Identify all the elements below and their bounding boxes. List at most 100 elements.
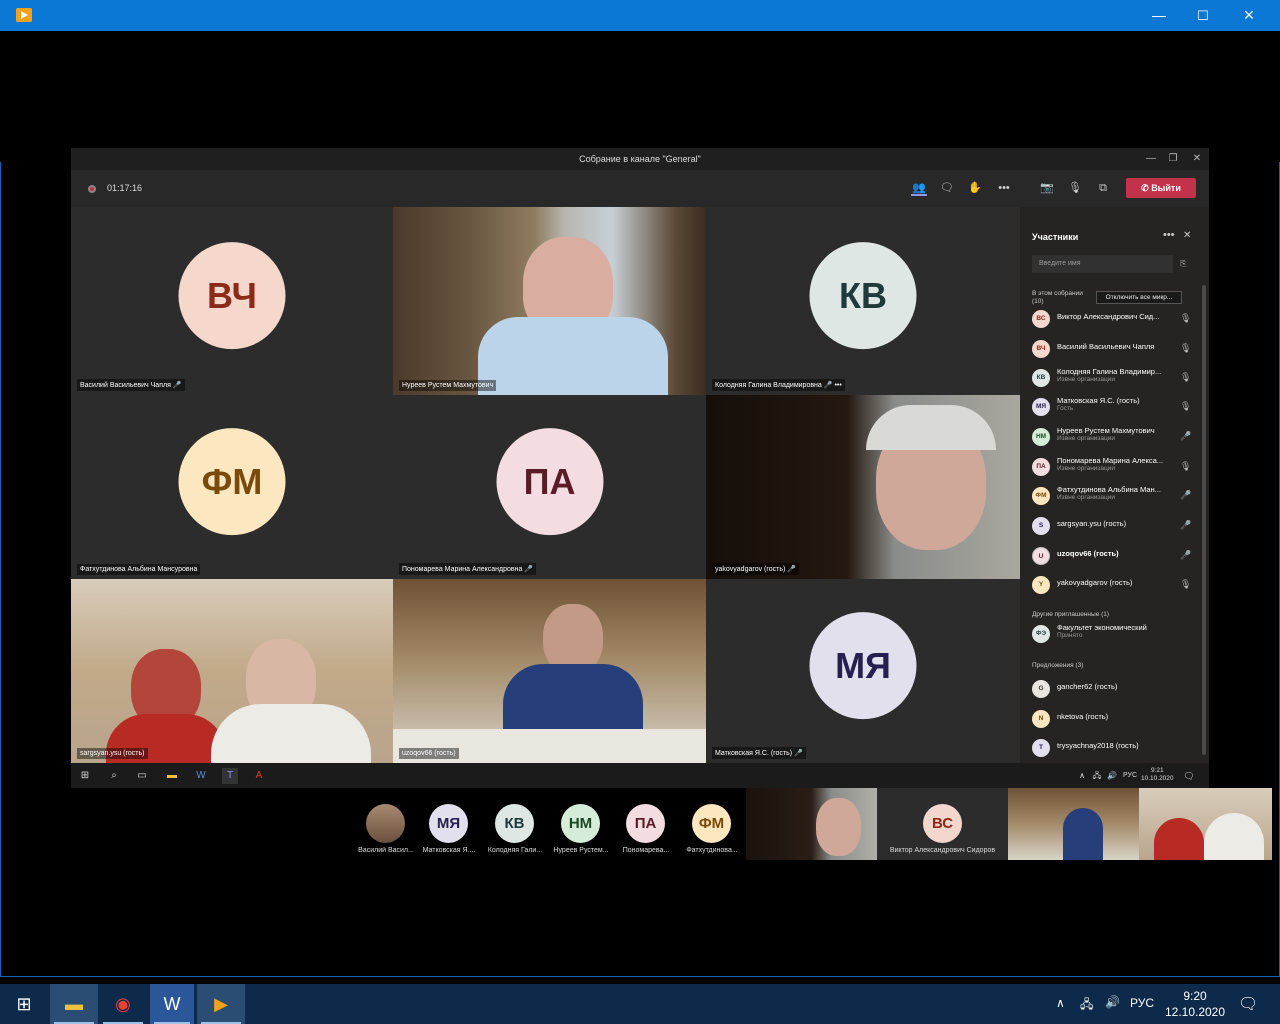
mic-icon[interactable]: 🎤 <box>1180 431 1191 442</box>
strip-participant[interactable]: ВС Виктор Александрович Сидоров <box>877 788 1008 860</box>
participant-video-tile[interactable]: Нуреев Рустем Махмутович <box>393 207 706 395</box>
word-icon[interactable]: W <box>150 984 194 1024</box>
mic-muted-icon[interactable]: 🎙 <box>1180 343 1191 354</box>
participant-tile[interactable]: МЯ Матковская Я.С. (гость) 🎤 <box>706 579 1020 763</box>
suggestion-row[interactable]: Ttrysyachnay2018 (гость) <box>1032 736 1192 762</box>
avatar: ПА <box>1032 458 1050 476</box>
mic-muted-icon[interactable]: 🎙 <box>1180 313 1191 324</box>
mic-muted-icon[interactable]: 🎙 <box>1180 579 1191 590</box>
participant-row[interactable]: ВС Виктор Александрович Сид... 🎙 <box>1032 307 1192 333</box>
acrobat-icon[interactable]: A <box>251 768 267 784</box>
search-participants-input[interactable]: Введите имя <box>1032 255 1173 273</box>
search-icon[interactable]: ⌕ <box>106 768 122 784</box>
close-button[interactable]: ✕ <box>1226 0 1272 31</box>
strip-participant[interactable]: МЯ Матковская Я.... <box>418 788 480 860</box>
action-center-icon[interactable]: 🗨 <box>1238 994 1258 1014</box>
leave-button[interactable]: ✆ Выйти <box>1126 178 1196 198</box>
participant-row[interactable]: Uuzoqov66 (гость) 🎤 <box>1032 544 1192 570</box>
camera-off-icon[interactable]: 📷 <box>1039 180 1055 196</box>
media-player-icon[interactable]: ▶ <box>197 984 245 1024</box>
more-icon[interactable]: ••• <box>834 382 841 389</box>
taskbar-clock[interactable]: 9:20 12.10.2020 <box>1160 988 1230 1020</box>
strip-video[interactable] <box>746 788 877 860</box>
mic-icon[interactable]: 🎤 <box>1180 520 1191 531</box>
panel-more-icon[interactable]: ••• <box>1163 229 1175 241</box>
network-icon[interactable]: 🖧 <box>1080 995 1093 1016</box>
panel-close-icon[interactable]: ✕ <box>1183 230 1191 241</box>
explorer-icon[interactable]: ▬ <box>164 768 180 784</box>
mute-all-button[interactable]: Отключить все микр... <box>1096 291 1182 304</box>
strip-participant[interactable]: Василий Васил... <box>355 788 417 860</box>
suggestion-row[interactable]: Ggancher62 (гость) <box>1032 677 1192 703</box>
mic-muted-icon[interactable]: 🎙 <box>1180 372 1191 383</box>
participant-row[interactable]: Ssargsyan.ysu (гость) 🎤 <box>1032 514 1192 540</box>
participant-row[interactable]: МЯ Матковская Я.С. (гость) Гость 🎙 <box>1032 395 1192 421</box>
mic-icon[interactable]: 🎤 <box>1180 490 1191 501</box>
minimize-button[interactable]: — <box>1136 0 1182 31</box>
avatar: ПА <box>496 428 603 536</box>
share-invite-icon[interactable]: ⎘ <box>1180 259 1186 269</box>
tray-chevron-icon[interactable]: ∧ <box>1074 768 1090 784</box>
participant-row[interactable]: НМ Нуреев Рустем Махмутович Извне организа… <box>1032 425 1192 451</box>
mic-off-icon[interactable]: 🎙 <box>1067 180 1083 196</box>
start-icon[interactable]: ⊞ <box>77 768 93 784</box>
mic-muted-icon[interactable]: 🎙 <box>1180 461 1191 472</box>
teams-close-button[interactable]: ✕ <box>1185 148 1209 170</box>
participant-row[interactable]: ВЧ Василий Васильевич Чапля 🎙 <box>1032 337 1192 363</box>
network-icon[interactable]: 🖧 <box>1089 768 1105 784</box>
task-view-icon[interactable]: ▭ <box>134 768 150 784</box>
share-screen-icon[interactable]: ⧉ <box>1095 180 1111 196</box>
tray-chevron-icon[interactable]: ∧ <box>1056 996 1065 1010</box>
volume-icon[interactable]: 🔊 <box>1104 768 1120 784</box>
chrome-icon[interactable]: ◉ <box>99 984 147 1024</box>
participant-name: Василий Васильевич Чапля <box>1057 342 1155 351</box>
invited-row[interactable]: ФЭ Факультет экономический Принято <box>1032 622 1192 648</box>
panel-scrollbar[interactable] <box>1202 285 1206 755</box>
participant-tile[interactable]: КВ Колодняя Галина Владимировна 🎤 ••• <box>706 207 1020 395</box>
participant-name: trysyachnay2018 (гость) <box>1057 741 1139 750</box>
strip-participant[interactable]: ФМ Фатхутдинова... <box>681 788 743 860</box>
video-grid: ВЧ Василий Васильевич Чапля 🎤 Нуреев Рус… <box>71 207 1020 763</box>
participant-tile[interactable]: ВЧ Василий Васильевич Чапля 🎤 <box>71 207 393 395</box>
suggestion-row[interactable]: Nnketova (гость) <box>1032 707 1192 733</box>
chat-icon[interactable]: 🗨 <box>939 180 955 196</box>
mic-muted-icon[interactable]: 🎙 <box>1180 401 1191 412</box>
participant-tile[interactable]: ПА Пономарева Марина Александровна 🎤 <box>393 395 706 579</box>
strip-video[interactable] <box>1139 788 1272 860</box>
avatar: ФМ <box>692 804 731 843</box>
word-icon[interactable]: W <box>193 768 209 784</box>
section-suggestions: Предложения (3) <box>1032 662 1084 669</box>
start-icon[interactable]: ⊞ <box>0 984 48 1024</box>
participant-row[interactable]: Yyakovyadgarov (гость) 🎙 <box>1032 573 1192 599</box>
participant-video <box>706 395 1020 579</box>
strip-video[interactable] <box>1008 788 1139 860</box>
raise-hand-icon[interactable]: ✋ <box>967 180 983 196</box>
file-explorer-icon[interactable]: ▬ <box>50 984 98 1024</box>
participants-icon[interactable]: 👥 <box>911 180 927 196</box>
language-indicator[interactable]: РУС <box>1130 996 1154 1010</box>
teams-minimize-button[interactable]: — <box>1139 148 1163 170</box>
strip-participant[interactable]: КВ Колодняя Гали... <box>484 788 546 860</box>
participant-video-tile[interactable]: uzoqov66 (гость) <box>393 579 706 763</box>
teams-icon[interactable]: T <box>222 768 238 784</box>
participant-name: yakovyadgarov (гость) <box>1057 578 1133 587</box>
participant-video-tile[interactable]: sargsyan.ysu (гость) <box>71 579 393 763</box>
notifications-icon[interactable]: 🗨 <box>1181 768 1197 784</box>
strip-participant[interactable]: ПА Пономарева... <box>615 788 677 860</box>
mic-icon[interactable]: 🎤 <box>1180 550 1191 561</box>
avatar: ВС <box>923 804 962 843</box>
mic-muted-icon: 🎤 <box>172 382 182 389</box>
section-invited: Другие приглашенные (1) <box>1032 611 1110 618</box>
participant-tile[interactable]: ФМ Фатхутдинова Альбина Мансуровна <box>71 395 393 579</box>
maximize-button[interactable]: ☐ <box>1180 0 1226 31</box>
participant-row[interactable]: ФМ Фатхутдинова Альбина Ман... Извне орган… <box>1032 484 1192 510</box>
teams-restore-button[interactable]: ❐ <box>1161 148 1185 170</box>
more-actions-icon[interactable]: ••• <box>996 180 1012 196</box>
participant-video-tile[interactable]: yakovyadgarov (гость) 🎤 <box>706 395 1020 579</box>
tile-name-label: Нуреев Рустем Махмутович <box>399 380 497 391</box>
volume-icon[interactable]: 🔊 <box>1105 995 1120 1009</box>
language-indicator[interactable]: РУС <box>1119 768 1141 784</box>
participant-row[interactable]: ПА Пономарева Марина Алекса... Извне орган… <box>1032 455 1192 481</box>
strip-participant[interactable]: НМ Нуреев Рустем... <box>550 788 612 860</box>
participant-row[interactable]: КВ Колодняя Галина Владимир... Извне орган… <box>1032 366 1192 392</box>
